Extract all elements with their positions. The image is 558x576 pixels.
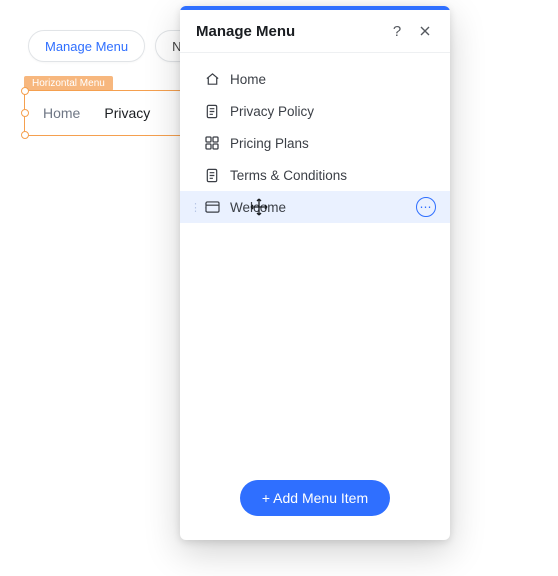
menu-items-list: ⋮⋮ Home ⋯ ⋮⋮ Privacy Policy ⋯ ⋮⋮ Pricing… <box>180 53 450 462</box>
panel-footer: + Add Menu Item <box>180 462 450 540</box>
home-icon <box>204 71 220 87</box>
menu-item-label: Pricing Plans <box>230 136 436 151</box>
panel-header: Manage Menu ? <box>180 10 450 53</box>
menu-item-terms-conditions[interactable]: ⋮⋮ Terms & Conditions ⋯ <box>180 159 450 191</box>
resize-handle[interactable] <box>21 109 29 117</box>
menu-item-home[interactable]: ⋮⋮ Home ⋯ <box>180 63 450 95</box>
menu-item-label: Privacy Policy <box>230 104 436 119</box>
drag-handle-icon[interactable]: ⋮⋮ <box>190 201 200 214</box>
manage-menu-panel: Manage Menu ? ⋮⋮ Home ⋯ ⋮⋮ Privacy Polic… <box>180 6 450 540</box>
menu-item-label: Home <box>230 72 436 87</box>
browser-icon <box>204 199 220 215</box>
more-options-icon[interactable]: ⋯ <box>416 197 436 217</box>
resize-handle[interactable] <box>21 87 29 95</box>
page-icon <box>204 103 220 119</box>
element-type-badge: Horizontal Menu <box>24 76 113 91</box>
menu-item-privacy-policy[interactable]: ⋮⋮ Privacy Policy ⋯ <box>180 95 450 127</box>
move-cursor-icon <box>250 198 268 216</box>
page-icon <box>204 167 220 183</box>
menu-item-pricing-plans[interactable]: ⋮⋮ Pricing Plans ⋯ <box>180 127 450 159</box>
nav-item-privacy[interactable]: Privacy <box>104 105 150 121</box>
panel-title: Manage Menu <box>196 23 378 40</box>
add-menu-item-button[interactable]: + Add Menu Item <box>240 480 390 516</box>
pill-label: Manage Menu <box>45 39 128 54</box>
nav-item-home[interactable]: Home <box>43 105 80 121</box>
resize-handle[interactable] <box>21 131 29 139</box>
manage-menu-pill[interactable]: Manage Menu <box>28 30 145 62</box>
grid-icon <box>204 135 220 151</box>
help-icon[interactable]: ? <box>388 22 406 40</box>
close-icon[interactable] <box>416 22 434 40</box>
menu-item-welcome[interactable]: ⋮⋮ Welcome ⋯ <box>180 191 450 223</box>
menu-item-label: Terms & Conditions <box>230 168 436 183</box>
